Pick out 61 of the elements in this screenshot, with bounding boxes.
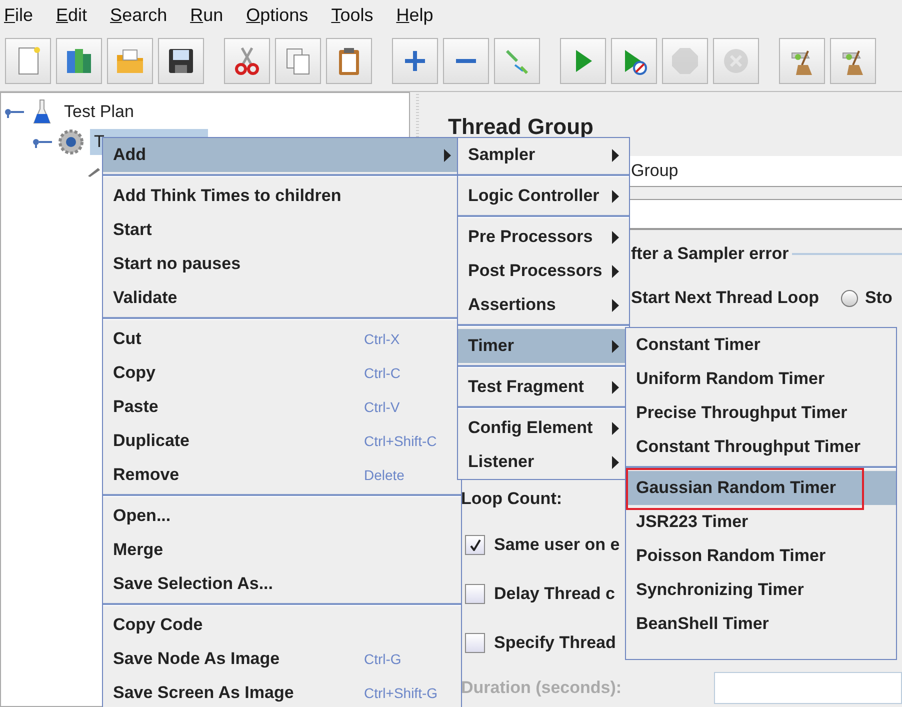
menu-item[interactable]: JSR223 Timer [626,505,896,539]
menu-bar-item[interactable]: Help [396,4,434,26]
tree-item[interactable]: Test Plan [60,99,138,125]
menu-bar-item[interactable]: Run [190,4,224,26]
tree-handle-icon [32,136,52,148]
section-title: fter a Sampler error [631,244,789,264]
menu-item[interactable]: Start [103,213,461,247]
menu-item[interactable]: Test Fragment [458,370,629,404]
tree-handle-icon [4,106,24,118]
menu-bar-item[interactable]: File [4,4,34,26]
checkbox[interactable] [465,535,485,555]
menu-item[interactable]: Remove Delete [103,458,461,492]
menu-item[interactable]: Config Element [458,411,629,445]
checkbox-label: Delay Thread c [494,584,615,604]
toolbar-button[interactable] [158,38,204,84]
toolbar-button[interactable] [326,38,372,84]
toolbar-button[interactable] [611,38,657,84]
menu-item[interactable]: Copy Code [103,608,461,642]
panel-title: Thread Group [448,114,594,140]
menu-bar-item[interactable]: Edit [56,4,88,26]
radio-label: Sto [864,288,892,308]
checkbox-label: Specify Thread [494,633,616,653]
flask-icon [32,99,52,125]
checkbox-label: Same user on e [494,535,620,555]
checkmark-icon [470,539,480,551]
menu-item[interactable]: Uniform Random Timer [626,362,896,396]
menu-item[interactable]: Cut Ctrl-X [103,322,461,356]
checkbox[interactable] [465,633,485,653]
menu-item[interactable]: Merge [103,533,461,567]
menu-bar-item[interactable]: Search [110,4,168,26]
pencil-icon [87,167,101,177]
menu-item[interactable]: Paste Ctrl-V [103,390,461,424]
menu-item[interactable]: Save Screen As Image Ctrl+Shift-G [103,676,461,707]
menu-item[interactable]: Synchronizing Timer [626,573,896,607]
menu-item[interactable]: Add Think Times to children [103,179,461,213]
menu-bar-item[interactable]: Tools [331,4,374,26]
menu-item[interactable]: Validate [103,281,461,315]
gear-icon [58,129,84,155]
menu-item[interactable]: Copy Ctrl-C [103,356,461,390]
menu-item[interactable]: Assertions [458,288,629,322]
radio-button[interactable] [840,290,858,306]
menu-item[interactable]: Constant Timer [626,328,896,362]
menu-item[interactable]: Open... [103,499,461,533]
menu-item[interactable]: Save Selection As... [103,567,461,601]
duration-label: Duration (seconds): [461,678,622,698]
menu-item[interactable]: Precise Throughput Timer [626,396,896,430]
option-label: Start Next Thread Loop [631,288,819,308]
menu-item[interactable]: BeanShell Timer [626,607,896,641]
menu-item[interactable]: Duplicate Ctrl+Shift-C [103,424,461,458]
menu-item[interactable]: Constant Throughput Timer [626,430,896,464]
loop-count-label: Loop Count: [461,489,562,509]
checkbox[interactable] [465,584,485,604]
menu-item[interactable]: Pre Processors [458,220,629,254]
menu-item[interactable]: Poisson Random Timer [626,539,896,573]
minus-icon [455,58,477,64]
menu-item[interactable]: Post Processors [458,254,629,288]
menu-item[interactable]: Start no pauses [103,247,461,281]
menu-item[interactable]: Save Node As Image Ctrl-G [103,642,461,676]
duration-field[interactable] [714,672,902,704]
menu-item[interactable]: Listener [458,445,629,479]
menu-bar-item[interactable]: Options [246,4,308,26]
